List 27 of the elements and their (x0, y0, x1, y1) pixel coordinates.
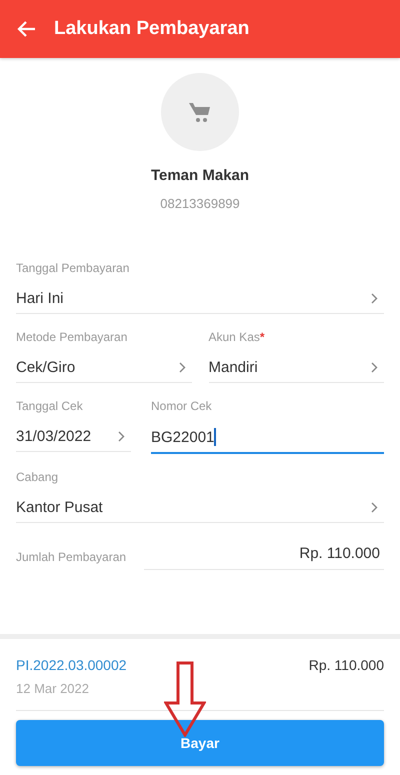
branch-select[interactable]: Kantor Pusat (16, 484, 384, 523)
customer-name: Teman Makan (150, 167, 250, 184)
field-label: Akun Kas* (208, 330, 266, 344)
invoice-amount: Rp. 110.000 (308, 657, 384, 675)
field-label: Nomor Cek (151, 399, 213, 413)
chevron-right-icon (371, 293, 378, 304)
customer-phone: 08213369899 (160, 196, 240, 211)
payment-date-select[interactable]: Hari Ini (16, 275, 384, 314)
field-label: Cabang (16, 470, 60, 484)
payment-method-select[interactable]: Cek/Giro (16, 344, 192, 383)
back-icon[interactable] (17, 19, 37, 39)
chevron-right-icon (118, 431, 125, 442)
field-label: Jumlah Pembayaran (16, 550, 126, 566)
cash-account-select[interactable]: Mandiri (208, 344, 384, 383)
amount-field[interactable]: Rp. 110.000 (144, 545, 384, 570)
check-date-select[interactable]: 31/03/2022 (16, 413, 131, 452)
check-number-field[interactable]: BG22001 (151, 413, 384, 454)
chevron-right-icon (178, 362, 186, 373)
field-label: Tanggal Cek (16, 399, 84, 413)
invoice-number-link[interactable]: PI.2022.03.00002 (16, 657, 127, 673)
cart-icon (188, 101, 212, 123)
chevron-right-icon (371, 362, 378, 373)
field-label: Metode Pembayaran (16, 330, 128, 344)
field-label: Tanggal Pembayaran (16, 261, 130, 275)
invoice-date: 12 Mar 2022 (16, 681, 90, 696)
chevron-right-icon (371, 502, 378, 513)
screen-title: Lakukan Pembayaran (54, 18, 250, 40)
